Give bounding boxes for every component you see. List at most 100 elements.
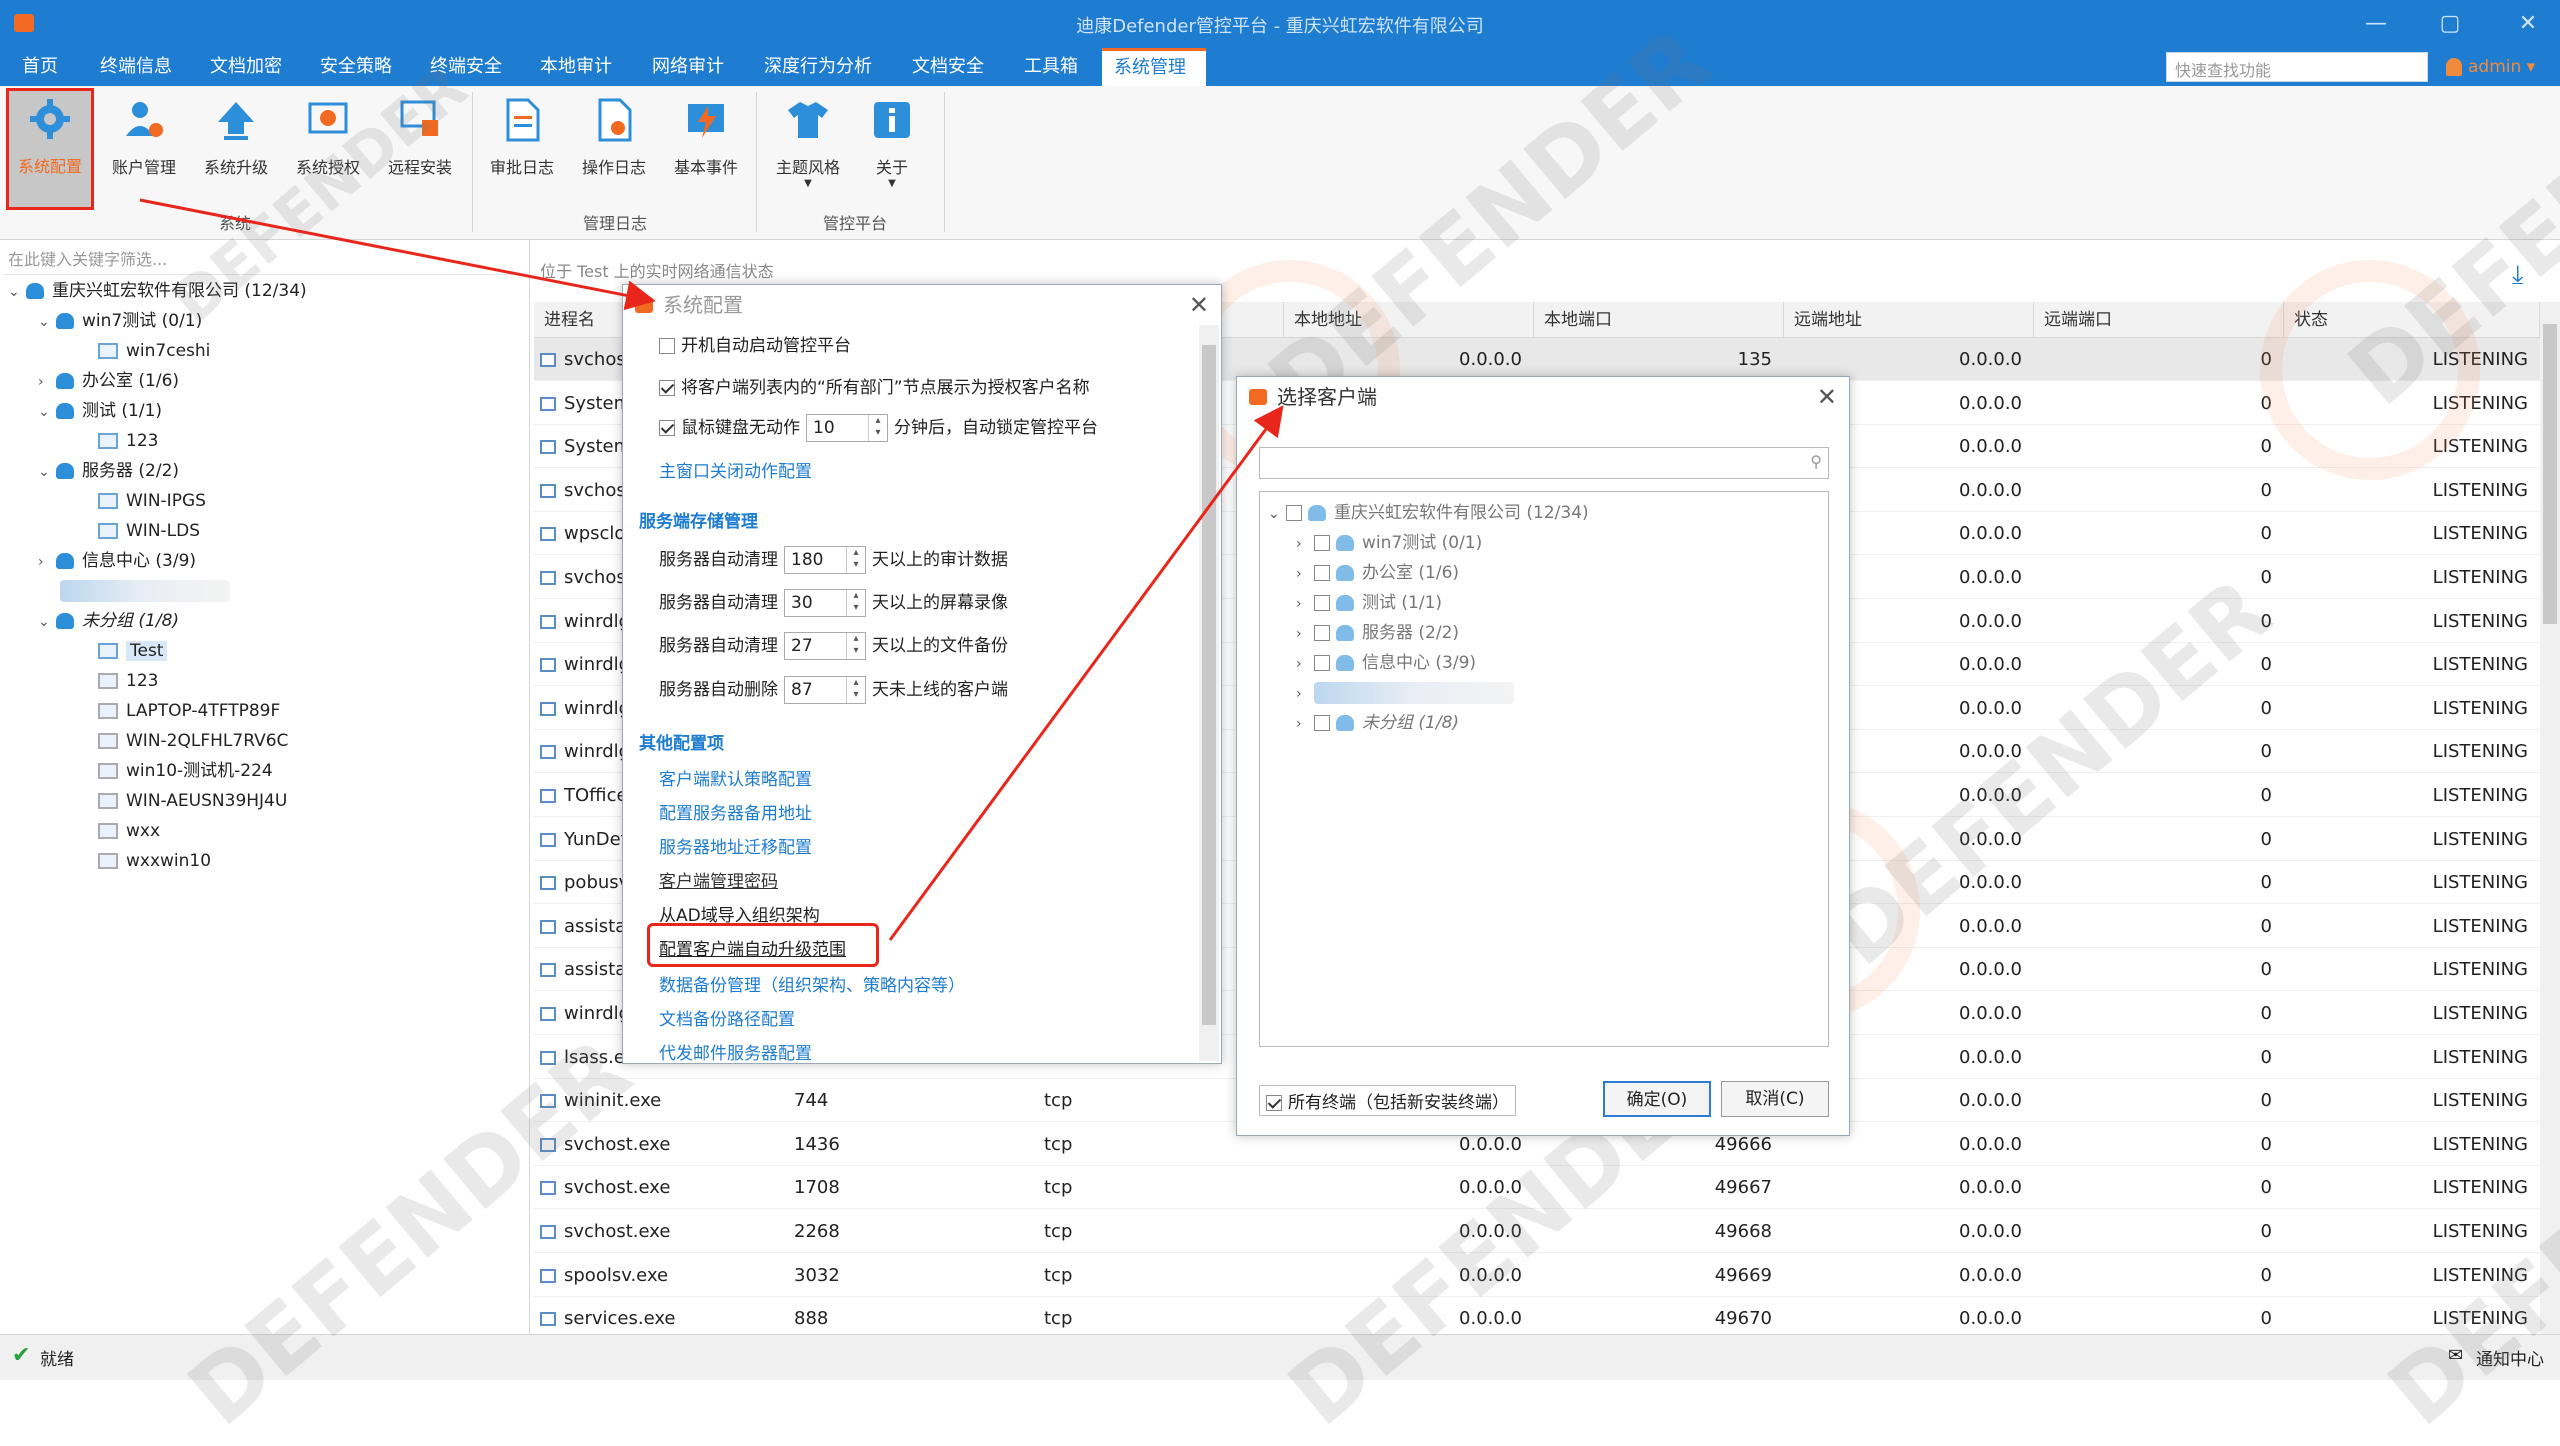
node-checkbox[interactable] xyxy=(1314,655,1330,671)
client-tree-root[interactable]: ⌄ 重庆兴虹宏软件有限公司 (12/34) xyxy=(1268,498,1589,528)
column-header[interactable]: 本地地址 xyxy=(1284,302,1534,338)
tree-node-group[interactable]: › 信息中心 (3/9) xyxy=(38,546,196,576)
tree-filter-input[interactable]: 在此键入关键字筛选... xyxy=(8,246,508,270)
search-icon[interactable]: ⚲ xyxy=(1810,452,1822,471)
client-search-input[interactable]: ⚲ xyxy=(1259,447,1829,479)
auto-start-option[interactable]: 开机自动启动管控平台 xyxy=(659,331,851,356)
storage-days-spinner[interactable]: 87 xyxy=(784,676,866,704)
data-backup-link[interactable]: 数据备份管理（组织架构、策略内容等） xyxy=(659,971,965,996)
client-tree-node[interactable]: › 信息中心 (3/9) xyxy=(1296,648,1476,678)
menu-network-audit[interactable]: 网络审计 xyxy=(640,48,736,86)
client-tree-node-redacted[interactable]: › xyxy=(1296,678,1514,708)
maximize-button[interactable]: ▢ xyxy=(2430,8,2470,40)
tree-node-client[interactable]: win7ceshi xyxy=(98,336,210,366)
tree-node-client[interactable]: win10-测试机-224 xyxy=(98,756,273,786)
mail-server-link[interactable]: 代发邮件服务器配置 xyxy=(659,1039,812,1064)
ok-button[interactable]: 确定(O) xyxy=(1603,1081,1711,1117)
storage-days-spinner[interactable]: 30 xyxy=(784,589,866,617)
column-header[interactable]: 本地端口 xyxy=(1534,302,1784,338)
tree-node-client[interactable]: LAPTOP-4TFTP89F xyxy=(98,696,280,726)
all-terminals-option[interactable]: 所有终端（包括新安装终端） xyxy=(1259,1085,1516,1116)
system-upgrade-button[interactable]: 系统升级 xyxy=(192,92,280,204)
show-all-dept-option[interactable]: 将客户端列表内的“所有部门”节点展示为授权客户名称 xyxy=(659,373,1090,398)
tree-node-group[interactable]: ⌄ 服务器 (2/2) xyxy=(38,456,179,486)
idle-lock-minutes-spinner[interactable]: 10 xyxy=(806,414,888,442)
tree-node-client-selected[interactable]: Test xyxy=(98,636,168,666)
account-management-button[interactable]: 账户管理 xyxy=(100,92,188,204)
main-close-action-link[interactable]: 主窗口关闭动作配置 xyxy=(659,457,812,482)
table-row[interactable]: svchost.exe 1708 tcp 0.0.0.0 49667 0.0.0.0 0 LI… xyxy=(534,1166,2540,1210)
quick-search-input[interactable]: 快速查找功能 xyxy=(2166,52,2428,82)
doc-backup-path-link[interactable]: 文档备份路径配置 xyxy=(659,1005,795,1030)
client-tree-node[interactable]: › win7测试 (0/1) xyxy=(1296,528,1482,558)
node-checkbox[interactable] xyxy=(1314,625,1330,641)
menu-behavior-analysis[interactable]: 深度行为分析 xyxy=(752,48,884,86)
menu-doc-encrypt[interactable]: 文档加密 xyxy=(198,48,294,86)
download-icon[interactable]: ⤓ xyxy=(2512,260,2538,290)
basic-event-button[interactable]: 基本事件 xyxy=(662,92,750,204)
tree-node-client[interactable]: WIN-LDS xyxy=(98,516,200,546)
cancel-button[interactable]: 取消(C) xyxy=(1721,1081,1829,1117)
backup-server-link[interactable]: 配置服务器备用地址 xyxy=(659,799,812,824)
menu-terminal-info[interactable]: 终端信息 xyxy=(88,48,184,86)
client-password-link[interactable]: 客户端管理密码 xyxy=(659,867,778,892)
tree-node-group[interactable]: ⌄ 测试 (1/1) xyxy=(38,396,162,426)
default-policy-link[interactable]: 客户端默认策略配置 xyxy=(659,765,812,790)
menu-security-policy[interactable]: 安全策略 xyxy=(308,48,404,86)
node-checkbox[interactable] xyxy=(1314,535,1330,551)
tree-node-client[interactable]: 123 xyxy=(98,426,158,456)
idle-lock-option[interactable]: 鼠标键盘无动作10分钟后，自动锁定管控平台 xyxy=(659,413,1098,442)
tree-node-redacted[interactable] xyxy=(60,576,230,606)
about-button[interactable]: 关于 ▼ xyxy=(848,92,936,204)
storage-days-spinner[interactable]: 180 xyxy=(784,546,866,574)
menu-terminal-security[interactable]: 终端安全 xyxy=(418,48,514,86)
approval-log-button[interactable]: 审批日志 xyxy=(478,92,566,204)
system-config-button[interactable]: 系统配置 xyxy=(6,88,94,210)
tree-node-client[interactable]: wxxwin10 xyxy=(98,846,211,876)
tree-node-group[interactable]: ⌄ win7测试 (0/1) xyxy=(38,306,202,336)
tree-node-root[interactable]: ⌄ 重庆兴虹宏软件有限公司 (12/34) xyxy=(8,276,307,306)
client-tree-node[interactable]: › 未分组 (1/8) xyxy=(1296,708,1459,738)
menu-toolbox[interactable]: 工具箱 xyxy=(1012,48,1090,86)
table-row[interactable]: spoolsv.exe 3032 tcp 0.0.0.0 49669 0.0.0.0 0 LI… xyxy=(534,1254,2540,1297)
scrollbar-thumb[interactable] xyxy=(1202,345,1216,1025)
minimize-button[interactable]: — xyxy=(2356,8,2396,40)
menu-system-management[interactable]: 系统管理 xyxy=(1102,48,1206,86)
node-checkbox[interactable] xyxy=(1314,565,1330,581)
remote-install-button[interactable]: 远程安装 xyxy=(376,92,464,204)
client-tree-node[interactable]: › 办公室 (1/6) xyxy=(1296,558,1459,588)
menu-home[interactable]: 首页 xyxy=(10,48,70,86)
close-button[interactable]: ✕ xyxy=(2508,8,2548,40)
tree-node-client[interactable]: wxx xyxy=(98,816,160,846)
show-all-dept-checkbox[interactable] xyxy=(659,380,675,396)
column-header[interactable]: 状态 xyxy=(2284,302,2540,338)
idle-lock-checkbox[interactable] xyxy=(659,420,675,436)
column-header[interactable]: 远端端口 xyxy=(2034,302,2284,338)
tree-node-group[interactable]: › 办公室 (1/6) xyxy=(38,366,179,396)
tree-node-client[interactable]: WIN-AEUSN39HJ4U xyxy=(98,786,287,816)
node-checkbox[interactable] xyxy=(1314,595,1330,611)
client-tree-node[interactable]: › 服务器 (2/2) xyxy=(1296,618,1459,648)
storage-days-spinner[interactable]: 27 xyxy=(784,632,866,660)
notification-center-link[interactable]: 通知中心 xyxy=(2476,1345,2544,1370)
dialog-scrollbar[interactable] xyxy=(1199,325,1219,1061)
close-icon[interactable]: ✕ xyxy=(1817,377,1837,417)
user-menu[interactable]: admin ▾ xyxy=(2446,52,2560,82)
client-tree-node[interactable]: › 测试 (1/1) xyxy=(1296,588,1442,618)
tree-node-group[interactable]: ⌄ 未分组 (1/8) xyxy=(38,606,179,636)
tree-node-client[interactable]: 123 xyxy=(98,666,158,696)
server-migration-link[interactable]: 服务器地址迁移配置 xyxy=(659,833,812,858)
column-header[interactable]: 远端地址 xyxy=(1784,302,2034,338)
auto-start-checkbox[interactable] xyxy=(659,338,675,354)
menu-doc-security[interactable]: 文档安全 xyxy=(900,48,996,86)
tree-node-client[interactable]: WIN-IPGS xyxy=(98,486,206,516)
table-row[interactable]: svchost.exe 2268 tcp 0.0.0.0 49668 0.0.0.0 0 LI… xyxy=(534,1210,2540,1253)
tree-node-client[interactable]: WIN-2QLFHL7RV6C xyxy=(98,726,288,756)
menu-local-audit[interactable]: 本地审计 xyxy=(528,48,624,86)
system-license-button[interactable]: 系统授权 xyxy=(284,92,372,204)
theme-style-button[interactable]: 主题风格 ▼ xyxy=(764,92,852,204)
node-checkbox[interactable] xyxy=(1286,505,1302,521)
vertical-scrollbar[interactable] xyxy=(2540,302,2560,1338)
close-icon[interactable]: ✕ xyxy=(1189,285,1209,325)
node-checkbox[interactable] xyxy=(1314,715,1330,731)
